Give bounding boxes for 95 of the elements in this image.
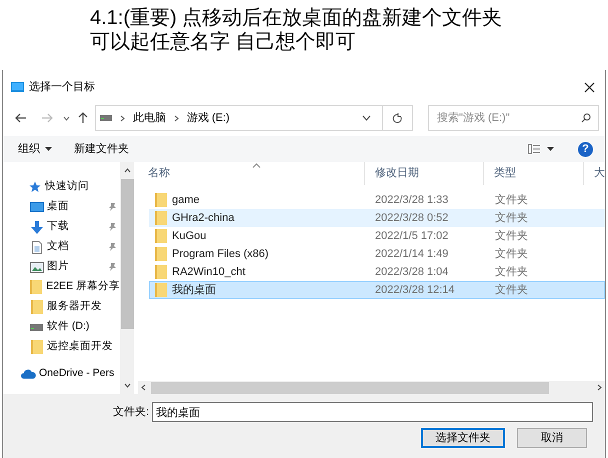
picture-icon	[29, 262, 44, 272]
pin-icon[interactable]	[109, 203, 116, 211]
chevron-down-icon[interactable]	[362, 115, 372, 121]
pin-icon[interactable]	[109, 223, 116, 231]
file-type: 文件夹	[494, 210, 528, 226]
folder-icon	[29, 340, 44, 354]
select-folder-button[interactable]: 选择文件夹	[421, 428, 505, 448]
chevron-right-icon	[120, 114, 125, 122]
file-name: GHra2-china	[172, 210, 234, 226]
sort-icon	[252, 163, 261, 168]
chevron-left-icon[interactable]	[141, 384, 146, 391]
scrollbar[interactable]	[138, 381, 605, 394]
nav-item[interactable]: 软件 (D:)	[47, 319, 90, 335]
file-type: 文件夹	[494, 228, 528, 244]
folder-icon	[155, 265, 167, 279]
file-row[interactable]: KuGou 2022/1/5 17:02 文件夹	[149, 227, 605, 245]
scrollbar-thumb[interactable]	[151, 382, 549, 394]
nav-item[interactable]: E2EE 屏幕分享	[46, 279, 120, 295]
new-folder-button[interactable]: 新建文件夹	[74, 140, 129, 158]
folder-icon	[155, 247, 167, 261]
drive-icon	[100, 115, 112, 121]
file-name: game	[172, 192, 200, 208]
help-button[interactable]: ?	[578, 142, 593, 156]
nav-item[interactable]: 服务器开发	[47, 299, 102, 315]
search-field[interactable]: 搜索"游戏 (E:)"	[428, 105, 600, 131]
cloud-icon	[21, 369, 36, 379]
folder-icon	[155, 229, 167, 243]
chevron-right-icon	[174, 114, 179, 122]
chevron-down-icon[interactable]	[124, 383, 130, 388]
folder-icon	[29, 300, 44, 314]
nav-item[interactable]: 下载	[47, 219, 69, 235]
back-icon[interactable]	[15, 113, 27, 123]
file-row[interactable]: 我的桌面 2022/3/28 12:14 文件夹	[149, 281, 605, 299]
nav-item[interactable]: 文档	[47, 239, 69, 255]
folder-icon	[155, 283, 167, 297]
organize-menu[interactable]: 组织	[18, 140, 52, 158]
drive-icon	[29, 324, 44, 330]
file-type: 文件夹	[494, 246, 528, 262]
monitor-icon	[29, 202, 44, 212]
document-icon	[29, 240, 44, 254]
file-date: 2022/3/28 1:04	[374, 264, 450, 280]
instruction-text: 可以起任意名字 自己想个即可	[90, 30, 357, 54]
nav-item[interactable]: OneDrive - Pers	[39, 366, 114, 382]
field-label: 文件夹:	[113, 404, 150, 420]
caret-icon[interactable]	[45, 147, 52, 151]
address-bar[interactable]: 此电脑 游戏 (E:)	[94, 105, 414, 131]
file-row[interactable]: GHra2-china 2022/3/28 0:52 文件夹	[149, 209, 605, 227]
folder-icon	[29, 280, 44, 294]
cancel-button[interactable]: 取消	[517, 428, 587, 448]
close-icon[interactable]	[584, 82, 595, 92]
column-header[interactable]: 大	[583, 162, 605, 185]
pin-icon[interactable]	[109, 243, 116, 251]
chevron-right-icon[interactable]	[597, 384, 602, 391]
nav-item[interactable]: 快速访问	[45, 179, 89, 195]
file-type: 文件夹	[494, 282, 528, 298]
column-header[interactable]: 修改日期	[364, 162, 483, 185]
folder-name-field[interactable]: 我的桌面	[152, 402, 594, 422]
file-row[interactable]: RA2Win10_cht 2022/3/28 1:04 文件夹	[149, 263, 605, 281]
file-date: 2022/1/14 1:49	[374, 246, 450, 262]
file-row[interactable]: Program Files (x86) 2022/1/14 1:49 文件夹	[149, 245, 605, 263]
file-date: 2022/3/28 12:14	[374, 282, 456, 298]
file-row[interactable]: game 2022/3/28 1:33 文件夹	[149, 191, 605, 209]
refresh-icon[interactable]	[392, 112, 404, 124]
file-name: 我的桌面	[172, 282, 216, 298]
folder-icon	[155, 211, 167, 225]
chevron-down-icon[interactable]	[62, 116, 70, 120]
nav-item[interactable]: 图片	[47, 259, 69, 275]
file-name: Program Files (x86)	[172, 246, 269, 262]
window-title: 选择一个目标	[29, 80, 95, 95]
up-icon[interactable]	[78, 112, 88, 124]
pin-icon[interactable]	[109, 263, 116, 271]
breadcrumb-item[interactable]: 此电脑	[132, 110, 166, 126]
breadcrumb-item[interactable]: 游戏 (E:)	[186, 110, 230, 126]
nav-item[interactable]: 远控桌面开发	[47, 339, 113, 355]
star-icon	[27, 181, 42, 193]
file-date: 2022/3/28 0:52	[374, 210, 450, 226]
instruction-text: 4.1:(重要) 点移动后在放桌面的盘新建个文件夹	[90, 6, 504, 30]
column-header[interactable]: 类型	[483, 162, 583, 185]
file-name: KuGou	[172, 228, 206, 244]
column-header[interactable]: 名称	[138, 162, 364, 185]
scrollbar[interactable]	[120, 162, 134, 394]
file-type: 文件夹	[494, 264, 528, 280]
caret-icon[interactable]	[547, 147, 554, 151]
file-name: RA2Win10_cht	[172, 264, 246, 280]
download-arrow-icon	[29, 220, 44, 234]
scrollbar-thumb[interactable]	[120, 179, 134, 329]
chevron-up-icon[interactable]	[124, 168, 130, 173]
file-type: 文件夹	[494, 192, 528, 208]
window-icon	[11, 82, 24, 92]
view-icon[interactable]	[528, 144, 540, 154]
file-date: 2022/1/5 17:02	[374, 228, 450, 244]
folder-icon	[155, 193, 167, 207]
search-icon[interactable]	[581, 113, 592, 123]
nav-item[interactable]: 桌面	[47, 199, 69, 215]
file-date: 2022/3/28 1:33	[374, 192, 450, 208]
